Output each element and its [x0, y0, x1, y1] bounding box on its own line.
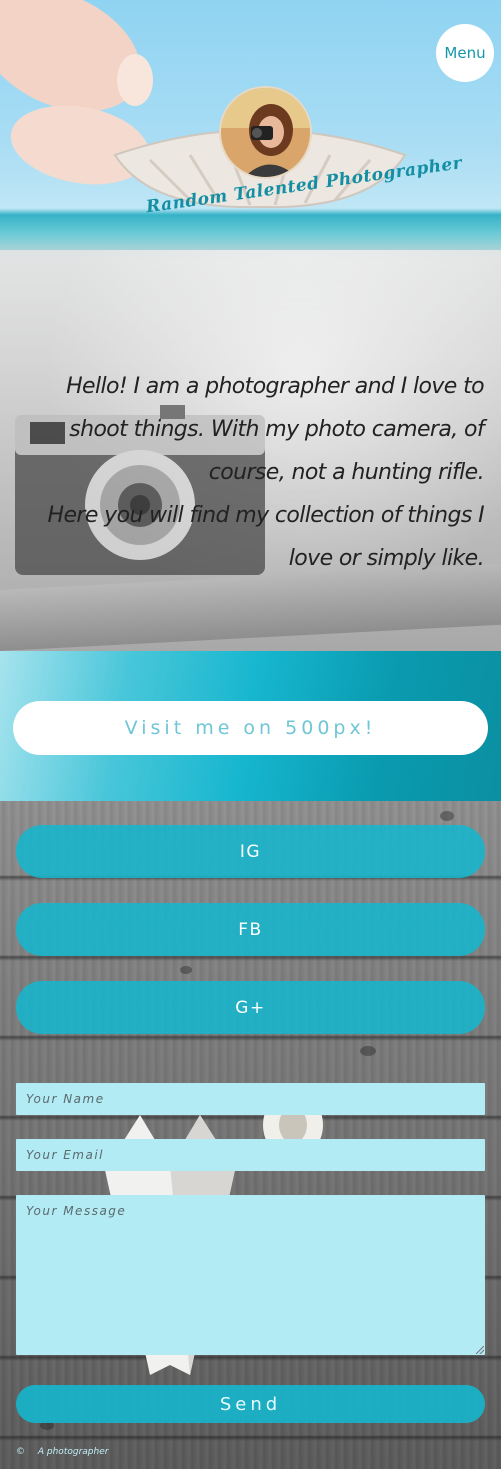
hero-section: Random Talented Photographer Hello! I am… — [0, 0, 501, 651]
wood-knot — [180, 966, 192, 974]
name-input[interactable] — [16, 1083, 485, 1115]
instagram-button[interactable]: IG — [16, 825, 485, 878]
copyright-symbol: © — [16, 1447, 25, 1457]
visit-500px-button[interactable]: Visit me on 500px! — [13, 701, 488, 755]
google-plus-button[interactable]: G+ — [16, 981, 485, 1034]
footer-text: A photographer — [37, 1447, 109, 1457]
avatar — [219, 86, 312, 179]
message-input[interactable] — [16, 1195, 485, 1355]
contact-section — [0, 801, 501, 1469]
resize-handle-icon[interactable] — [476, 1346, 484, 1354]
menu-button[interactable]: Menu — [436, 24, 494, 82]
send-button[interactable]: Send — [16, 1385, 485, 1423]
intro-paragraph-2: Here you will find my collection of thin… — [47, 503, 485, 571]
photographer-portrait-image — [221, 88, 310, 177]
facebook-button[interactable]: FB — [16, 903, 485, 956]
intro-paragraph-1: Hello! I am a photographer and I love to… — [66, 374, 485, 485]
cta-section: Visit me on 500px! — [0, 651, 501, 801]
intro-text: Hello! I am a photographer and I love to… — [40, 365, 485, 580]
wood-knot — [360, 1046, 376, 1056]
wood-knot — [440, 811, 454, 821]
email-input[interactable] — [16, 1139, 485, 1171]
footer: © A photographer — [16, 1447, 108, 1457]
